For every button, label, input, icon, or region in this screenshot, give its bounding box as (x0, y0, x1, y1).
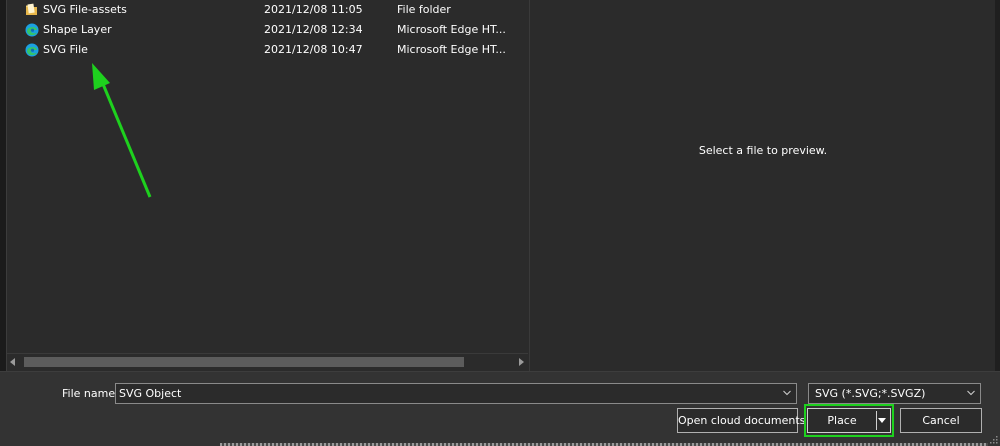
file-name: SVG File (43, 43, 88, 56)
file-type: Microsoft Edge HT... (397, 43, 506, 56)
file-date: 2021/12/08 10:47 (264, 43, 363, 56)
folder-icon (26, 3, 37, 15)
file-type-select[interactable]: SVG (*.SVG;*.SVGZ) (808, 383, 981, 404)
file-name-combobox[interactable] (115, 383, 797, 404)
file-type: Microsoft Edge HT... (397, 23, 506, 36)
chevron-down-icon[interactable] (783, 389, 791, 397)
open-cloud-documents-button[interactable]: Open cloud documents (677, 408, 805, 433)
scroll-left-icon[interactable] (10, 358, 15, 366)
file-type-filter-value: SVG (*.SVG;*.SVGZ) (815, 387, 926, 400)
right-pane-edge (995, 0, 1000, 371)
file-name-label: File name: (62, 387, 119, 400)
file-name-input[interactable] (118, 385, 779, 402)
chevron-down-icon[interactable] (967, 389, 975, 397)
file-date: 2021/12/08 11:05 (264, 3, 363, 16)
scroll-right-icon[interactable] (519, 358, 524, 366)
file-row-svg-file-assets[interactable]: SVG File-assets 2021/12/08 11:05 File fo… (7, 0, 528, 20)
file-date: 2021/12/08 12:34 (264, 23, 363, 36)
place-dropdown-icon[interactable] (878, 418, 886, 423)
preview-pane: Select a file to preview. (529, 0, 995, 371)
resize-grip-icon[interactable] (988, 434, 998, 444)
preview-message: Select a file to preview. (698, 144, 828, 157)
file-name: Shape Layer (43, 23, 112, 36)
cancel-button[interactable]: Cancel (900, 408, 982, 433)
edge-icon (25, 23, 39, 37)
file-type: File folder (397, 3, 451, 16)
scrollbar-thumb[interactable] (24, 357, 464, 367)
edge-icon (25, 43, 39, 57)
file-row-shape-layer[interactable]: Shape Layer 2021/12/08 12:34 Microsoft E… (7, 20, 528, 40)
file-row-svg-file[interactable]: SVG File 2021/12/08 10:47 Microsoft Edge… (7, 40, 528, 60)
file-name: SVG File-assets (43, 3, 127, 16)
place-button-divider (876, 411, 877, 430)
horizontal-scrollbar[interactable] (7, 353, 528, 370)
dialog-footer: File name: SVG (*.SVG;*.SVGZ) Open cloud… (0, 371, 1000, 446)
left-pane-edge (0, 0, 7, 371)
place-button[interactable]: Place (807, 408, 891, 433)
file-list[interactable]: SVG File-assets 2021/12/08 11:05 File fo… (7, 0, 528, 371)
place-button-label: Place (827, 414, 857, 427)
